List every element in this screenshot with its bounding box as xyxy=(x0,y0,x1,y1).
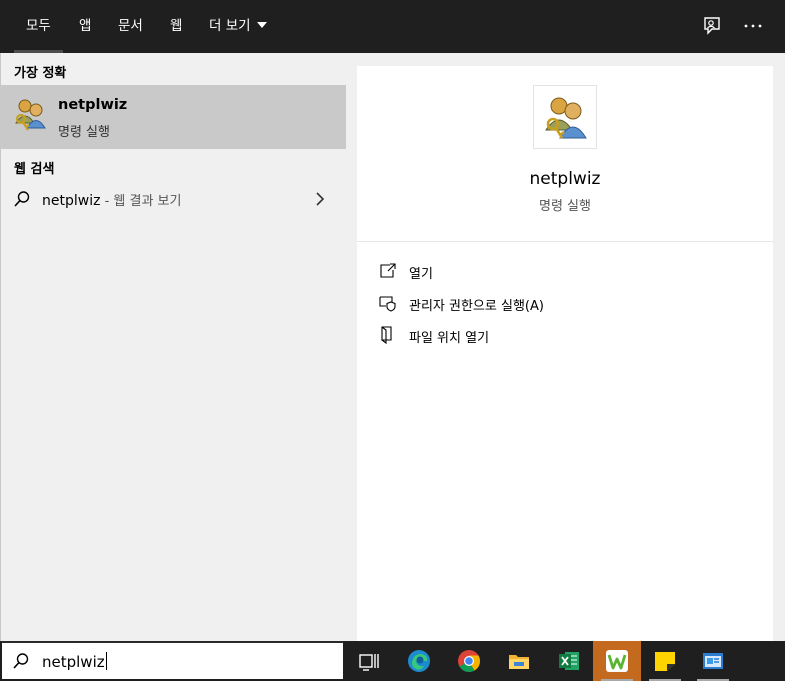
tab-apps[interactable]: 앱 xyxy=(79,0,91,53)
best-match-subtitle: 명령 실행 xyxy=(58,125,110,140)
control-panel-icon[interactable] xyxy=(689,641,737,681)
file-explorer-icon[interactable] xyxy=(495,641,543,681)
sticky-notes-icon[interactable] xyxy=(641,641,689,681)
excel-icon[interactable] xyxy=(545,641,593,681)
tab-web[interactable]: 웹 xyxy=(170,0,182,53)
caret-down-icon xyxy=(256,22,267,28)
preview-panel: netplwiz 명령 실행 열기 관리자 권한으로 실행(A) 파일 위치 열… xyxy=(357,66,773,641)
w-app-icon[interactable] xyxy=(593,641,641,681)
web-query: netplwiz xyxy=(42,193,101,209)
users-key-icon xyxy=(13,97,47,133)
more-options-icon[interactable] xyxy=(741,14,765,38)
best-match-item[interactable]: netplwiz 명령 실행 xyxy=(1,85,346,149)
file-location-icon xyxy=(379,326,397,345)
search-icon xyxy=(12,652,30,670)
web-result-hint: - 웹 결과 보기 xyxy=(100,194,182,209)
tab-web-label: 웹 xyxy=(170,18,183,34)
run-as-admin-label: 관리자 권한으로 실행(A) xyxy=(409,299,544,314)
search-scope-tabs: 모두 앱 문서 웹 더 보기 xyxy=(0,0,785,53)
chrome-icon[interactable] xyxy=(445,641,493,681)
web-search-header: 웹 검색 xyxy=(14,162,55,177)
open-label: 열기 xyxy=(409,267,433,282)
tab-all[interactable]: 모두 xyxy=(14,0,63,53)
shield-icon xyxy=(379,294,397,312)
tab-more-label: 더 보기 xyxy=(209,18,251,34)
results-panel: 가장 정확 netplwiz 명령 실행 웹 검색 netplwiz - 웹 결… xyxy=(0,53,346,641)
preview-title: netplwiz xyxy=(529,169,601,189)
web-result-item[interactable]: netplwiz - 웹 결과 보기 xyxy=(1,181,346,217)
tab-more[interactable]: 더 보기 xyxy=(209,0,267,53)
best-match-title: netplwiz xyxy=(58,97,128,113)
edge-icon[interactable] xyxy=(395,641,443,681)
open-icon xyxy=(379,262,397,280)
best-match-header: 가장 정확 xyxy=(14,66,67,81)
task-view-icon[interactable] xyxy=(345,641,393,681)
search-input[interactable]: netplwiz xyxy=(42,652,107,671)
search-box[interactable]: netplwiz xyxy=(0,641,345,681)
app-large-icon xyxy=(533,85,597,149)
tab-apps-label: 앱 xyxy=(79,18,92,34)
web-result-text: netplwiz - 웹 결과 보기 xyxy=(42,190,181,209)
open-file-location-label: 파일 위치 열기 xyxy=(409,331,490,346)
divider xyxy=(357,241,773,242)
feedback-icon[interactable] xyxy=(700,14,724,38)
tab-all-label: 모두 xyxy=(26,18,51,34)
tab-documents-label: 문서 xyxy=(118,18,143,34)
preview-subtitle: 명령 실행 xyxy=(539,199,591,214)
search-icon xyxy=(13,190,31,208)
taskbar xyxy=(345,641,785,681)
start-search-window: 모두 앱 문서 웹 더 보기 가장 정확 netplwiz 명령 실행 웹 검색… xyxy=(0,0,785,681)
search-input-value: netplwiz xyxy=(42,653,105,671)
tab-documents[interactable]: 문서 xyxy=(118,0,143,53)
chevron-right-icon[interactable] xyxy=(315,191,325,207)
text-cursor xyxy=(105,652,107,670)
